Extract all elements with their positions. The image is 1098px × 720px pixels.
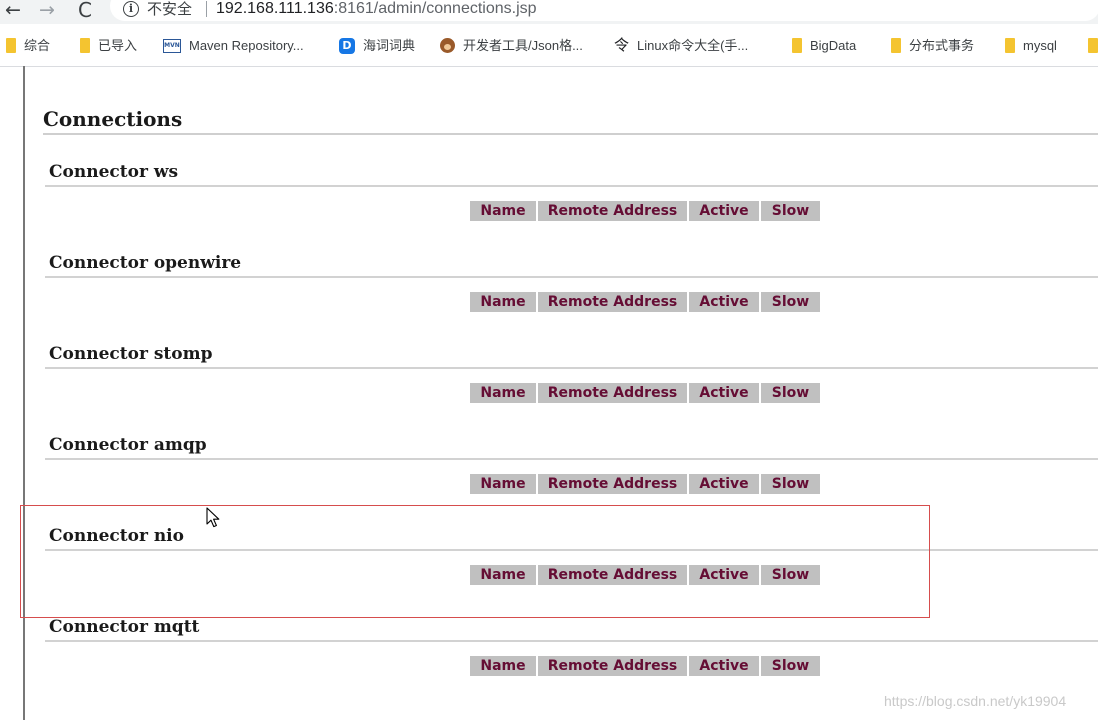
bookmark-linux-commands[interactable]: 令 Linux命令大全(手... bbox=[614, 37, 748, 55]
column-header-remote-address[interactable]: Remote Address bbox=[538, 292, 687, 312]
connector-section-openwire: Connector openwire Name Remote Address Acti… bbox=[0, 252, 1098, 337]
folder-icon bbox=[1088, 38, 1098, 54]
linux-icon: 令 bbox=[614, 36, 630, 54]
connector-title: Connector stomp bbox=[49, 344, 213, 364]
bookmark-label: Linux命令大全(手... bbox=[637, 38, 749, 53]
connector-section-ws: Connector ws Name Remote Address Active Slow bbox=[0, 161, 1098, 246]
bookmark-bigdata[interactable]: BigData bbox=[792, 37, 856, 55]
folder-icon bbox=[1005, 38, 1015, 54]
bookmark-imported[interactable]: 已导入 bbox=[80, 37, 137, 55]
bookmark-dict[interactable]: D 海词词典 bbox=[339, 37, 415, 55]
watermark: https://blog.csdn.net/yk19904 bbox=[884, 693, 1067, 709]
bookmark-label: mysql bbox=[1023, 38, 1057, 53]
connector-divider bbox=[45, 367, 1098, 369]
connector-divider bbox=[45, 185, 1098, 187]
connector-divider bbox=[45, 276, 1098, 278]
column-header-remote-address[interactable]: Remote Address bbox=[538, 383, 687, 403]
dict-icon: D bbox=[339, 37, 355, 54]
column-header-active[interactable]: Active bbox=[689, 201, 759, 221]
connector-title: Connector mqtt bbox=[49, 617, 200, 637]
bookmark-zonghe[interactable]: 综合 bbox=[6, 37, 50, 55]
column-header-remote-address[interactable]: Remote Address bbox=[538, 201, 687, 221]
bookmark-maven-repository[interactable]: MVN Maven Repository... bbox=[163, 37, 304, 55]
url-path: :8161/admin/connections.jsp bbox=[333, 0, 537, 17]
bookmark-label: 海词词典 bbox=[363, 38, 416, 53]
bookmark-label: 分布式事务 bbox=[909, 38, 975, 53]
bookmark-label: Maven Repository... bbox=[189, 38, 304, 53]
column-header-slow[interactable]: Slow bbox=[761, 201, 820, 221]
highlight-annotation bbox=[20, 505, 930, 618]
connector-title: Connector openwire bbox=[49, 253, 242, 273]
browser-toolbar: ← → C i 不安全 192.168.111.136:8161/admin/c… bbox=[0, 0, 1098, 24]
connections-table-ws: Name Remote Address Active Slow bbox=[468, 199, 822, 223]
bookmark-label: 开发者工具/Json格... bbox=[463, 38, 583, 53]
maven-icon: MVN bbox=[163, 38, 181, 53]
folder-icon bbox=[792, 38, 802, 54]
table-header-row: Name Remote Address Active Slow bbox=[470, 201, 820, 221]
column-header-slow[interactable]: Slow bbox=[761, 474, 820, 494]
folder-icon bbox=[6, 38, 16, 54]
bookmark-mysql[interactable]: mysql bbox=[1005, 37, 1057, 55]
url-host: 192.168.111.136 bbox=[216, 0, 334, 17]
column-header-active[interactable]: Active bbox=[689, 292, 759, 312]
column-header-active[interactable]: Active bbox=[689, 383, 759, 403]
connector-section-stomp: Connector stomp Name Remote Address Active S… bbox=[0, 343, 1098, 428]
table-header-row: Name Remote Address Active Slow bbox=[470, 292, 820, 312]
bookmark-distributed-tx[interactable]: 分布式事务 bbox=[891, 37, 974, 55]
reload-icon[interactable]: C bbox=[74, 0, 96, 22]
back-icon[interactable]: ← bbox=[2, 0, 24, 22]
connections-table-openwire: Name Remote Address Active Slow bbox=[468, 290, 822, 314]
url-text[interactable]: 192.168.111.136:8161/admin/connections.j… bbox=[216, 0, 537, 18]
page-title-divider bbox=[43, 133, 1098, 135]
column-header-slow[interactable]: Slow bbox=[761, 292, 820, 312]
column-header-name[interactable]: Name bbox=[470, 292, 536, 312]
column-header-slow[interactable]: Slow bbox=[761, 656, 820, 676]
bookmark-dev-tools[interactable]: 开发者工具/Json格... bbox=[440, 37, 583, 55]
info-icon[interactable]: i bbox=[123, 1, 139, 17]
connector-title: Connector ws bbox=[49, 162, 179, 182]
column-header-remote-address[interactable]: Remote Address bbox=[538, 656, 687, 676]
bookmark-label: 已导入 bbox=[98, 38, 138, 53]
connections-table-stomp: Name Remote Address Active Slow bbox=[468, 381, 822, 405]
column-header-name[interactable]: Name bbox=[470, 201, 536, 221]
folder-icon bbox=[891, 38, 901, 54]
bookmarks-bar: 综合 已导入 MVN Maven Repository... D 海词词典 开发者工… bbox=[0, 24, 1098, 67]
column-header-name[interactable]: Name bbox=[470, 383, 536, 403]
bookmark-label: BigData bbox=[810, 38, 857, 53]
column-header-active[interactable]: Active bbox=[689, 474, 759, 494]
column-header-name[interactable]: Name bbox=[470, 474, 536, 494]
column-header-slow[interactable]: Slow bbox=[761, 383, 820, 403]
forward-icon[interactable]: → bbox=[36, 0, 58, 22]
bookmark-overflow[interactable] bbox=[1088, 37, 1098, 55]
table-header-row: Name Remote Address Active Slow bbox=[470, 656, 820, 676]
column-header-name[interactable]: Name bbox=[470, 656, 536, 676]
address-separator bbox=[206, 1, 207, 17]
page-title: Connections bbox=[43, 107, 183, 131]
column-header-active[interactable]: Active bbox=[689, 656, 759, 676]
connections-table-amqp: Name Remote Address Active Slow bbox=[468, 472, 822, 496]
connector-divider bbox=[45, 458, 1098, 460]
mouse-cursor-icon bbox=[206, 507, 220, 528]
connections-table-mqtt: Name Remote Address Active Slow bbox=[468, 654, 822, 678]
connector-section-mqtt: Connector mqtt Name Remote Address Active Sl… bbox=[0, 616, 1098, 701]
folder-icon bbox=[80, 38, 90, 54]
table-header-row: Name Remote Address Active Slow bbox=[470, 383, 820, 403]
connector-title: Connector amqp bbox=[49, 435, 207, 455]
connector-divider bbox=[45, 640, 1098, 642]
insecure-label: 不安全 bbox=[147, 0, 193, 18]
monkey-icon bbox=[440, 38, 455, 54]
table-header-row: Name Remote Address Active Slow bbox=[470, 474, 820, 494]
column-header-remote-address[interactable]: Remote Address bbox=[538, 474, 687, 494]
bookmark-label: 综合 bbox=[24, 38, 51, 53]
